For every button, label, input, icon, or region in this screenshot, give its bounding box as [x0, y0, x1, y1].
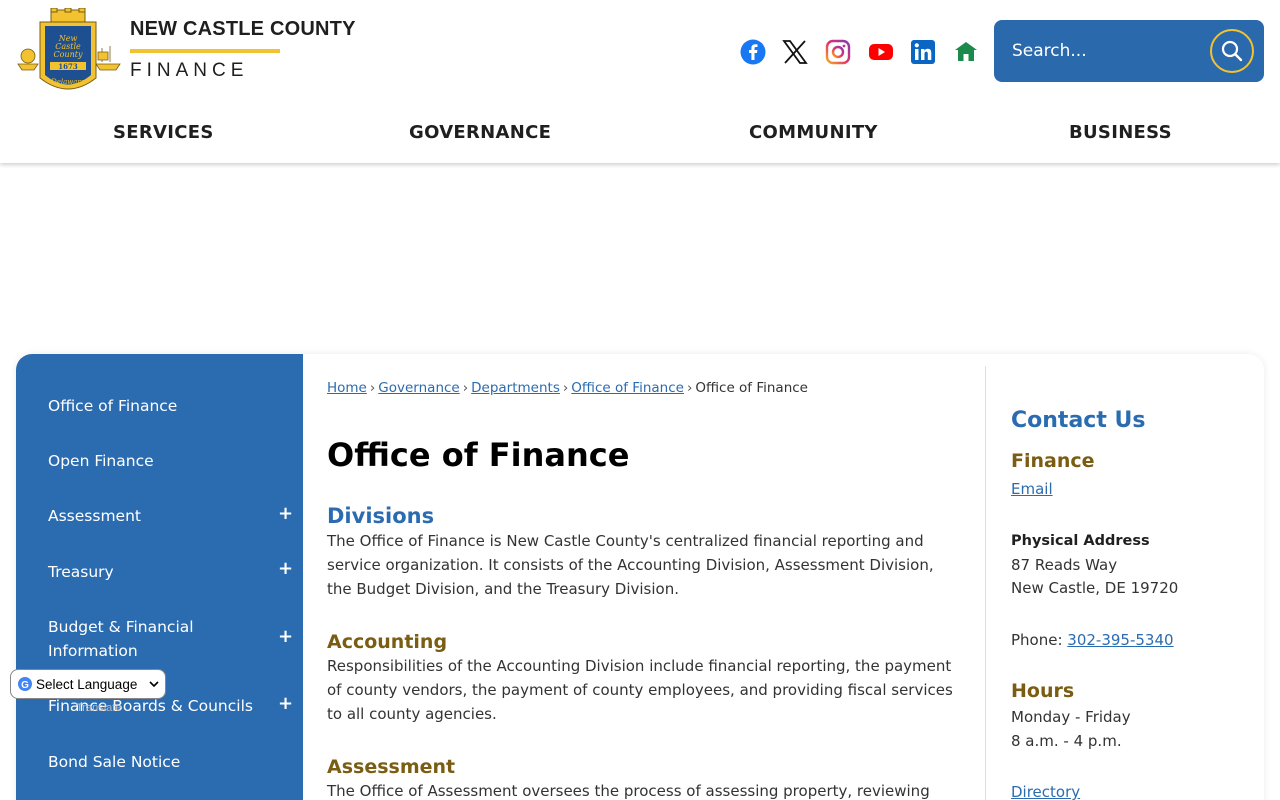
chevron-down-icon [149, 681, 159, 688]
youtube-icon[interactable] [867, 38, 895, 66]
sidebar-item-budget[interactable]: Budget & Financial Information [48, 615, 248, 663]
x-icon[interactable] [781, 38, 809, 66]
hours-heading: Hours [1011, 680, 1075, 702]
hours-line1: Monday - Friday [1011, 708, 1131, 726]
breadcrumb-sep: › [686, 380, 693, 396]
sidebar-nav: Office of Finance Open Finance Assessmen… [16, 354, 303, 800]
search-icon [1221, 40, 1243, 62]
breadcrumb-home[interactable]: Home [327, 380, 367, 396]
search-input[interactable] [1012, 35, 1192, 67]
sidebar-item-treasury[interactable]: Treasury [48, 560, 288, 584]
hours-line2: 8 a.m. - 4 p.m. [1011, 732, 1122, 750]
divisions-heading: Divisions [327, 504, 435, 528]
expand-boards-icon[interactable]: + [278, 693, 293, 714]
breadcrumb-office-of-finance[interactable]: Office of Finance [571, 380, 684, 396]
address-label: Physical Address [1011, 533, 1150, 549]
breadcrumb-sep: › [369, 380, 376, 396]
nav-community[interactable]: COMMUNITY [749, 122, 878, 143]
address-line2: New Castle, DE 19720 [1011, 579, 1179, 597]
column-divider [985, 366, 986, 800]
svg-text:G: G [21, 680, 29, 691]
breadcrumb-current: Office of Finance [695, 380, 808, 396]
seal-text-county: County [54, 50, 83, 59]
sidebar-item-assessment[interactable]: Assessment [48, 504, 288, 528]
phone-label: Phone: [1011, 631, 1068, 649]
expand-assessment-icon[interactable]: + [278, 503, 293, 524]
linkedin-icon[interactable] [909, 38, 937, 66]
seal-text-year: 1673 [58, 62, 78, 71]
contact-title: Contact Us [1011, 408, 1146, 433]
county-seal-logo[interactable]: New Castle County 1673 Delaware [16, 8, 122, 96]
breadcrumb-sep: › [462, 380, 469, 396]
content-area: Office of Finance Open Finance Assessmen… [16, 354, 1264, 800]
phone-row: Phone: 302-395-5340 [1011, 631, 1174, 649]
nav-governance[interactable]: GOVERNANCE [409, 122, 551, 143]
assessment-text: The Office of Assessment oversees the pr… [327, 782, 930, 800]
assessment-heading: Assessment [327, 756, 456, 778]
language-select[interactable]: G Select Language [10, 669, 166, 699]
sidebar-item-bond-sale[interactable]: Bond Sale Notice [48, 750, 288, 774]
page-title: Office of Finance [327, 436, 630, 474]
language-select-label: Select Language [36, 676, 138, 692]
logo-subtitle[interactable]: FINANCE [130, 60, 248, 82]
breadcrumb-departments[interactable]: Departments [471, 380, 560, 396]
nextdoor-icon[interactable] [952, 38, 980, 66]
directory-link[interactable]: Directory [1011, 783, 1080, 800]
translate-powered-by: Translate [76, 702, 122, 714]
breadcrumb-governance[interactable]: Governance [378, 380, 459, 396]
divisions-text: The Office of Finance is New Castle Coun… [327, 532, 934, 598]
accounting-heading: Accounting [327, 631, 448, 653]
expand-budget-icon[interactable]: + [278, 626, 293, 647]
sidebar-item-open-finance[interactable]: Open Finance [48, 449, 288, 473]
accounting-text: Responsibilities of the Accounting Divis… [327, 657, 953, 723]
nav-business[interactable]: BUSINESS [1069, 122, 1172, 143]
logo-title[interactable]: NEW CASTLE COUNTY [130, 18, 356, 41]
contact-email-link[interactable]: Email [1011, 480, 1053, 498]
site-header: New Castle County 1673 Delaware NEW CAST… [0, 0, 1280, 163]
nav-services[interactable]: SERVICES [113, 122, 214, 143]
breadcrumb-sep: › [562, 380, 569, 396]
sidebar-item-office-of-finance[interactable]: Office of Finance [48, 394, 288, 418]
breadcrumb: Home › Governance › Departments › Office of Fi… [327, 380, 808, 396]
facebook-icon[interactable] [739, 38, 767, 66]
expand-treasury-icon[interactable]: + [278, 558, 293, 579]
logo-rule [130, 49, 280, 53]
search-button[interactable] [1210, 29, 1254, 73]
instagram-icon[interactable] [824, 38, 852, 66]
search-box [994, 20, 1264, 82]
address-line1: 87 Reads Way [1011, 556, 1118, 574]
phone-link[interactable]: 302-395-5340 [1067, 631, 1173, 649]
seal-text-state: Delaware [50, 78, 85, 86]
contact-dept: Finance [1011, 450, 1095, 472]
google-translate-icon: G [18, 677, 32, 691]
